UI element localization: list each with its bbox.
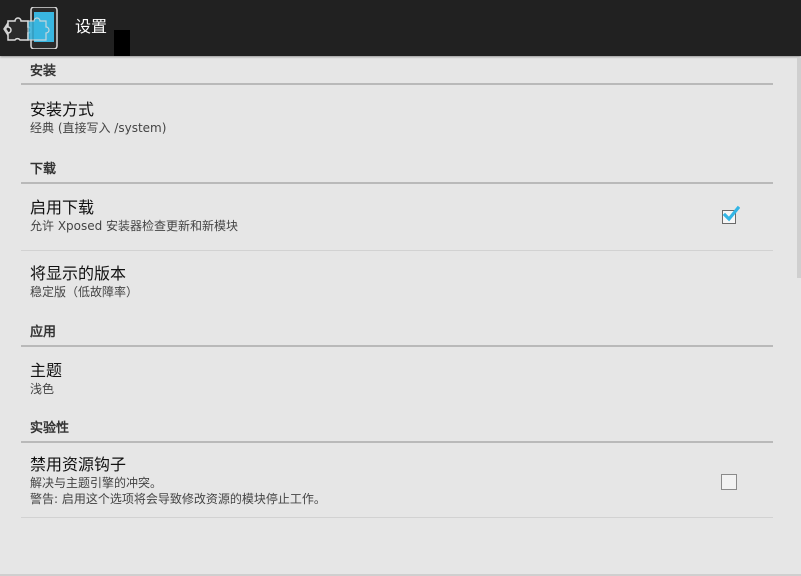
enable-download-checkbox[interactable] bbox=[722, 205, 740, 224]
pref-summary: 经典 (直接写入 /system) bbox=[30, 121, 167, 135]
checkmark-icon bbox=[722, 205, 740, 222]
pref-version-shown[interactable]: 将显示的版本 稳定版（低故障率） bbox=[21, 251, 773, 317]
pref-title: 安装方式 bbox=[30, 100, 95, 119]
overlay-block bbox=[114, 30, 130, 56]
pref-summary-line1: 解决与主题引擎的冲突。 bbox=[30, 476, 163, 490]
pref-install-method[interactable]: 安装方式 经典 (直接写入 /system) bbox=[21, 85, 773, 154]
category-download-header: 下载 bbox=[21, 154, 773, 184]
category-app-header: 应用 bbox=[21, 317, 773, 347]
xposed-app-icon bbox=[7, 7, 58, 49]
category-install-header: 安装 bbox=[21, 56, 773, 85]
pref-title: 主题 bbox=[30, 361, 63, 380]
disable-resources-checkbox[interactable] bbox=[721, 474, 737, 490]
settings-list: 安装 安装方式 经典 (直接写入 /system) 下载 启用下载 允许 Xpo… bbox=[0, 56, 801, 518]
action-bar: ❮ 设置 bbox=[0, 0, 801, 56]
pref-summary: 稳定版（低故障率） bbox=[30, 285, 139, 299]
pref-title: 启用下载 bbox=[30, 198, 95, 217]
pref-enable-download[interactable]: 启用下载 允许 Xposed 安装器检查更新和新模块 bbox=[21, 184, 773, 251]
page-title: 设置 bbox=[75, 17, 108, 36]
category-experimental-header: 实验性 bbox=[21, 413, 773, 443]
pref-theme[interactable]: 主题 浅色 bbox=[21, 347, 773, 413]
pref-title: 禁用资源钩子 bbox=[30, 455, 127, 474]
pref-summary-line2: 警告: 启用这个选项将会导致修改资源的模块停止工作。 bbox=[30, 492, 326, 506]
up-navigation-button[interactable]: ❮ bbox=[0, 6, 62, 50]
pref-disable-resources[interactable]: 禁用资源钩子 解决与主题引擎的冲突。 警告: 启用这个选项将会导致修改资源的模块… bbox=[21, 443, 773, 518]
pref-summary: 浅色 bbox=[30, 382, 55, 396]
pref-summary: 允许 Xposed 安装器检查更新和新模块 bbox=[30, 219, 239, 233]
pref-title: 将显示的版本 bbox=[30, 264, 127, 283]
